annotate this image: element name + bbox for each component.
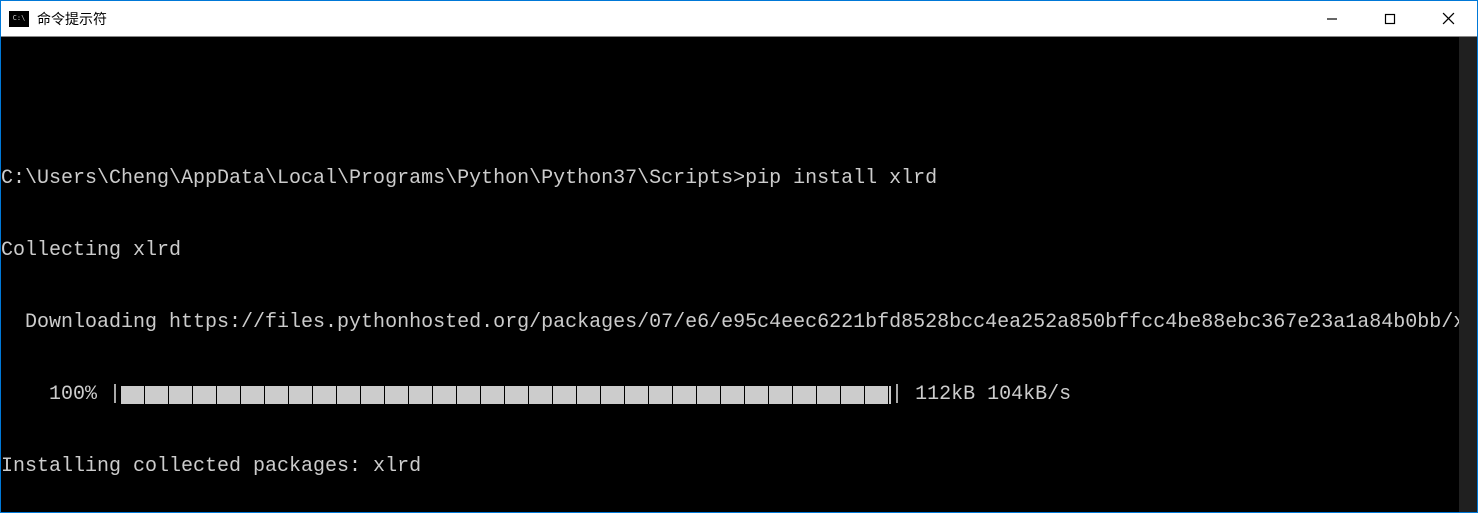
vertical-scrollbar[interactable] xyxy=(1459,37,1477,512)
progress-percent: 100% xyxy=(1,383,109,407)
prompt-line: C:\Users\Cheng\AppData\Local\Programs\Py… xyxy=(1,167,1477,191)
progress-cap-right: | xyxy=(891,383,903,407)
terminal-output[interactable]: C:\Users\Cheng\AppData\Local\Programs\Py… xyxy=(1,37,1477,512)
minimize-button[interactable] xyxy=(1303,1,1361,36)
maximize-button[interactable] xyxy=(1361,1,1419,36)
output-installing: Installing collected packages: xlrd xyxy=(1,455,1477,479)
output-collecting: Collecting xlrd xyxy=(1,239,1477,263)
window-controls xyxy=(1303,1,1477,36)
titlebar[interactable]: 命令提示符 xyxy=(1,1,1477,37)
cmd-icon xyxy=(9,11,29,27)
progress-cap-left: | xyxy=(109,383,121,407)
progress-line: 100% | | 112kB 104kB/s xyxy=(1,383,1477,407)
close-button[interactable] xyxy=(1419,1,1477,36)
progress-bar-fill xyxy=(121,386,891,404)
blank-line xyxy=(1,95,1477,119)
progress-speed: 112kB 104kB/s xyxy=(903,383,1071,407)
window-title: 命令提示符 xyxy=(37,9,1303,29)
output-downloading: Downloading https://files.pythonhosted.o… xyxy=(1,311,1477,335)
